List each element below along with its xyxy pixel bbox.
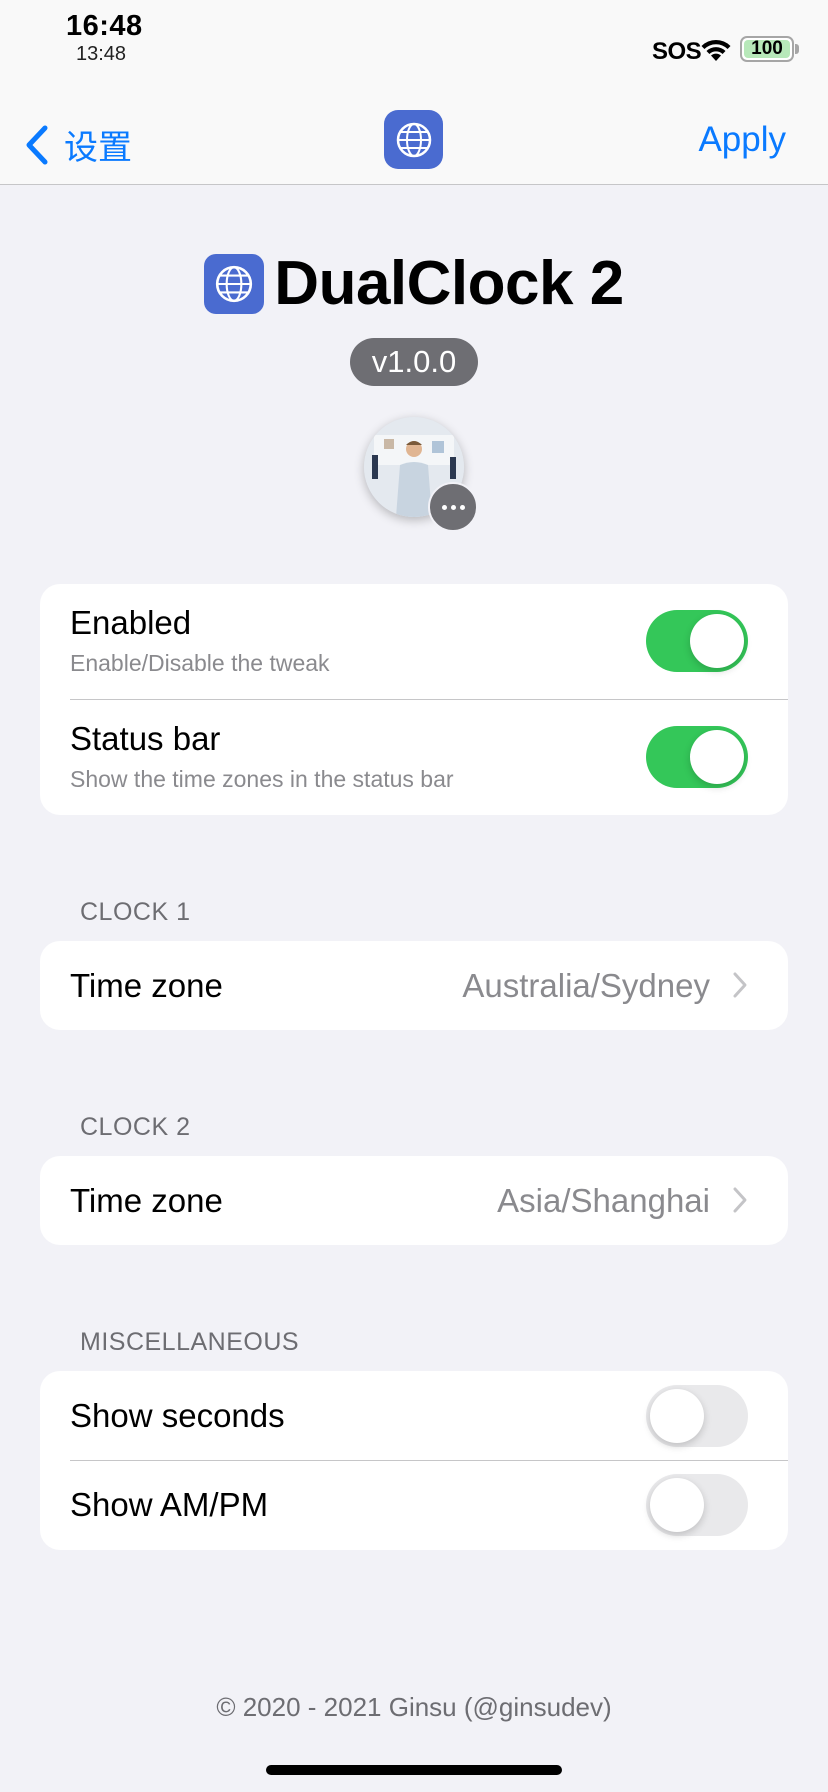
row-title: Enabled (70, 604, 192, 641)
battery-tip (795, 44, 799, 54)
chevron-right-icon (733, 972, 747, 998)
status-bar-toggle[interactable] (646, 726, 748, 788)
status-bar: 16:48 13:48 SOS 100 (0, 0, 828, 80)
row-title: Show AM/PM (70, 1486, 269, 1523)
page-title: DualClock 2 (0, 248, 828, 319)
chevron-left-icon (26, 125, 48, 164)
globe-clock-icon (204, 253, 265, 314)
row-title: Show seconds (70, 1397, 285, 1434)
back-button-label: 设置 (64, 129, 132, 167)
row-subtitle: Enable/Disable the tweak (70, 650, 330, 676)
version-badge: v1.0.0 (350, 338, 478, 386)
status-secondary-time: 13:48 (76, 43, 127, 65)
navigation-bar: 设置 Apply (0, 80, 828, 185)
footer-copyright: © 2020 - 2021 Ginsu (@ginsudev) (216, 1692, 612, 1722)
globe-clock-icon (384, 110, 443, 169)
row-title: Time zone (70, 967, 223, 1004)
battery-icon: 100 (740, 36, 794, 62)
chevron-right-icon (733, 1187, 747, 1213)
home-indicator (266, 1765, 562, 1775)
list-item-enabled: Enabled Enable/Disable the tweak (40, 584, 788, 699)
section-header-miscellaneous: MISCELLANEOUS (80, 1328, 300, 1356)
time-zone-row-clock-2[interactable]: Time zone Asia/Shanghai (40, 1156, 788, 1245)
battery-level: 100 (751, 38, 783, 59)
enabled-toggle[interactable] (646, 610, 748, 672)
miscellaneous-group: Show seconds Show AM/PM (40, 1371, 788, 1550)
more-icon (441, 504, 447, 510)
list-item-show-am-pm: Show AM/PM (40, 1460, 788, 1550)
app-title: DualClock 2 (274, 249, 624, 318)
wifi-icon (701, 39, 731, 61)
show-am-pm-toggle[interactable] (646, 1474, 748, 1536)
apply-button[interactable]: Apply (698, 120, 786, 160)
back-button[interactable]: 设置 (24, 120, 132, 169)
clock-1-group: Time zone Australia/Sydney (40, 941, 788, 1030)
section-header-clock-1: CLOCK 1 (80, 898, 191, 926)
main-settings-group: Enabled Enable/Disable the tweak Status … (40, 584, 788, 815)
more-button[interactable] (428, 482, 478, 532)
list-item-show-seconds: Show seconds (40, 1371, 788, 1460)
status-time: 16:48 (66, 10, 143, 42)
time-zone-row-clock-1[interactable]: Time zone Australia/Sydney (40, 941, 788, 1030)
section-header-clock-2: CLOCK 2 (80, 1113, 191, 1141)
list-item-status-bar: Status bar Show the time zones in the st… (40, 699, 788, 815)
show-seconds-toggle[interactable] (646, 1385, 748, 1447)
row-subtitle: Show the time zones in the status bar (70, 766, 454, 792)
status-carrier: SOS (652, 38, 702, 65)
row-value: Asia/Shanghai (497, 1182, 710, 1219)
row-title: Time zone (70, 1182, 223, 1219)
row-title: Status bar (70, 720, 221, 757)
row-value: Australia/Sydney (462, 967, 710, 1004)
clock-2-group: Time zone Asia/Shanghai (40, 1156, 788, 1245)
